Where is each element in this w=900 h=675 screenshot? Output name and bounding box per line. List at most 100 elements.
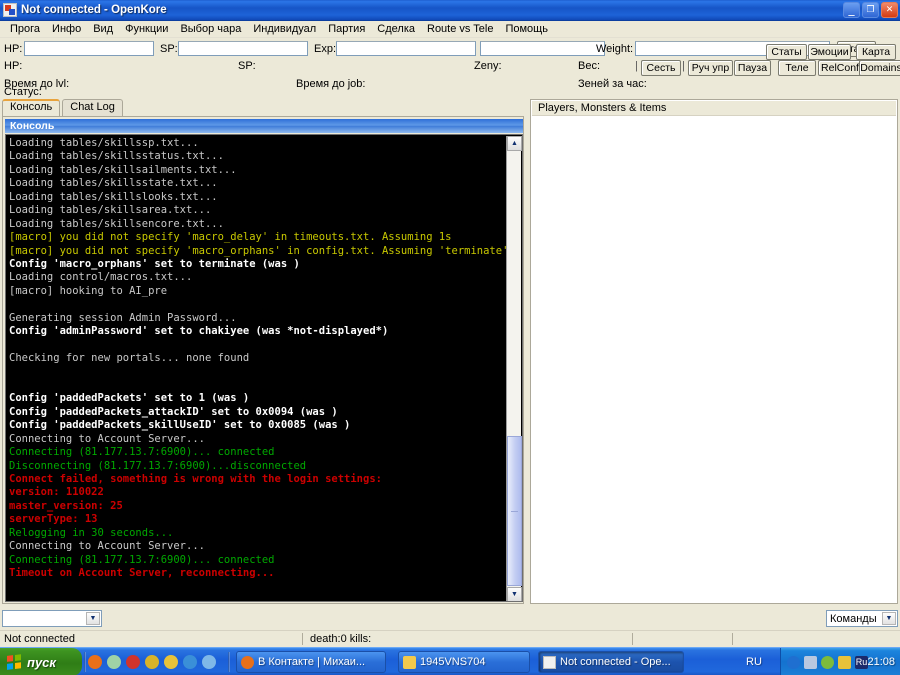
scroll-thumb[interactable] (507, 436, 522, 586)
status-deaths-kills: death:0 kills: (310, 633, 372, 645)
console-line: Loading tables/skillslooks.txt... (9, 190, 218, 203)
menu-item-individual[interactable]: Индивидуал (247, 22, 322, 36)
console-caption: Консоль (5, 119, 523, 133)
console-line: Config 'paddedPackets_attackID' set to 0… (9, 405, 338, 418)
stats-button-main[interactable]: Статы (766, 44, 807, 60)
menu-item-sdelka[interactable]: Сделка (371, 22, 421, 36)
chevron-down-icon-commands[interactable]: ▼ (882, 612, 896, 625)
console-line: serverType: 13 (9, 513, 98, 526)
manual-control-button[interactable]: Руч упр (688, 60, 733, 76)
job-exp-bar-field[interactable] (480, 41, 605, 56)
console-line: Config 'adminPassword' set to chakiyee (… (9, 325, 389, 338)
taskbar: пуск В Контакте | Михаи... 1945VNS704 No… (0, 647, 900, 675)
taskbar-item-folder[interactable]: 1945VNS704 (398, 651, 530, 673)
restore-button[interactable]: ❐ (862, 2, 879, 18)
console-line: [macro] you did not specify 'macro_delay… (9, 231, 452, 244)
console-line: Loading tables/skillsstatus.txt... (9, 150, 224, 163)
scroll-down-icon[interactable]: ▼ (507, 587, 522, 601)
window-titlebar: Not connected - OpenKore _ ❐ ✕ (0, 0, 900, 21)
menu-item-route-vs-tele[interactable]: Route vs Tele (421, 22, 499, 36)
console-line: Config 'macro_orphans' set to terminate … (9, 257, 300, 270)
tab-chat-log[interactable]: Chat Log (62, 99, 123, 116)
start-button[interactable]: пуск (0, 648, 82, 675)
taskbar-item-label-openkore: Not connected - Ope... (560, 656, 671, 668)
scroll-up-icon[interactable]: ▲ (507, 136, 522, 151)
hp-value-label: HP: (4, 60, 23, 72)
zeny-per-hour-label: Зеней за час: (578, 78, 647, 90)
menu-item-funkcii[interactable]: Функции (119, 22, 174, 36)
menubar: Прога Инфо Вид Функции Выбор чара Индиви… (0, 21, 900, 38)
window-title: Not connected - OpenKore (21, 4, 167, 16)
language-indicator[interactable]: RU (746, 656, 762, 668)
menu-item-partiya[interactable]: Партия (322, 22, 371, 36)
players-monsters-items-list[interactable] (532, 117, 896, 602)
target-select[interactable]: ▼ (2, 610, 102, 627)
shield-icon[interactable] (821, 655, 834, 669)
status-divider-2 (632, 633, 633, 645)
menu-item-vid[interactable]: Вид (87, 22, 119, 36)
map-button[interactable]: Карта (856, 44, 896, 60)
close-button[interactable]: ✕ (881, 2, 898, 18)
emotions-button[interactable]: Эмоции (808, 44, 851, 60)
desktop: Not connected - OpenKore _ ❐ ✕ Прога Инф… (0, 0, 900, 675)
status-connection: Not connected (4, 633, 75, 645)
chevron-down-icon[interactable]: ▼ (86, 612, 100, 625)
console-line: Config 'paddedPackets_skillUseID' set to… (9, 419, 351, 432)
console-line: Loading tables/skillsarea.txt... (9, 204, 212, 217)
menu-item-pomosch[interactable]: Помощь (499, 22, 554, 36)
exp-bar-field[interactable] (336, 41, 476, 56)
toolbar-separator-1: | (635, 60, 638, 72)
console-output[interactable]: Loading tables/skillssp.txt... Loading ta… (5, 134, 523, 602)
console-line: Connecting (81.177.13.7:6900)... connect… (9, 446, 275, 459)
zeny-label: Zeny: (474, 60, 502, 72)
taskbar-divider-2 (228, 652, 230, 672)
console-line: Generating session Admin Password... (9, 311, 237, 324)
clock[interactable]: 21:08 (867, 656, 895, 668)
close-icon: ✕ (885, 4, 894, 15)
quick-launch-bar (88, 648, 216, 675)
hp-bar-field[interactable] (24, 41, 154, 56)
console-line: [macro] hooking to AI_pre (9, 284, 168, 297)
firefox-icon[interactable] (88, 655, 102, 669)
exp-label: Exp: (314, 43, 337, 55)
sit-button[interactable]: Сесть (641, 60, 681, 76)
menu-item-proga[interactable]: Прога (4, 22, 46, 36)
sp-bar-field[interactable] (178, 41, 308, 56)
minimize-button[interactable]: _ (843, 2, 860, 18)
explorer-icon[interactable] (202, 655, 216, 669)
folder-sync-icon[interactable] (107, 655, 121, 669)
taskbar-item-openkore[interactable]: Not connected - Ope... (538, 651, 684, 673)
opera-icon[interactable] (126, 655, 140, 669)
console-line: Connecting to Account Server... (9, 540, 205, 553)
network-icon[interactable] (804, 655, 817, 669)
console-line: Loading control/macros.txt... (9, 271, 193, 284)
sp-value-label: SP: (238, 60, 256, 72)
pause-button[interactable]: Пауза (734, 60, 771, 76)
taskbar-item-vkontakte[interactable]: В Контакте | Михаи... (236, 651, 386, 673)
console-scrollbar[interactable]: ▲ ▼ (506, 136, 522, 601)
menu-item-info[interactable]: Инфо (46, 22, 87, 36)
console-line: Disconnecting (81.177.13.7:6900)...disco… (9, 459, 307, 472)
menu-item-vybor-chara[interactable]: Выбор чара (174, 22, 247, 36)
console-line: Timeout on Account Server, reconnecting.… (9, 567, 275, 579)
status-divider-1 (302, 633, 303, 645)
volume-icon[interactable] (787, 655, 800, 669)
commands-select[interactable]: Команды ▼ (826, 610, 898, 627)
internet-explorer-icon[interactable] (183, 655, 197, 669)
console-text: Loading tables/skillssp.txt... Loading ta… (9, 137, 508, 580)
winamp-icon[interactable] (164, 655, 178, 669)
relconf-button[interactable]: RelConf (818, 60, 862, 76)
firefox-icon-task (241, 655, 254, 669)
tele-button[interactable]: Теле (778, 60, 816, 76)
tab-strip: Консоль Chat Log (2, 99, 125, 116)
utorrent-icon[interactable] (145, 655, 159, 669)
status-label: Статус: (4, 86, 42, 98)
commands-select-value: Команды (830, 612, 877, 625)
domains-button[interactable]: Domains (859, 60, 900, 76)
warning-icon[interactable] (838, 655, 851, 669)
players-monsters-items-panel: Players, Monsters & Items (530, 99, 898, 604)
console-line: Checking for new portals... none found (9, 352, 250, 364)
tab-console[interactable]: Консоль (2, 99, 61, 116)
